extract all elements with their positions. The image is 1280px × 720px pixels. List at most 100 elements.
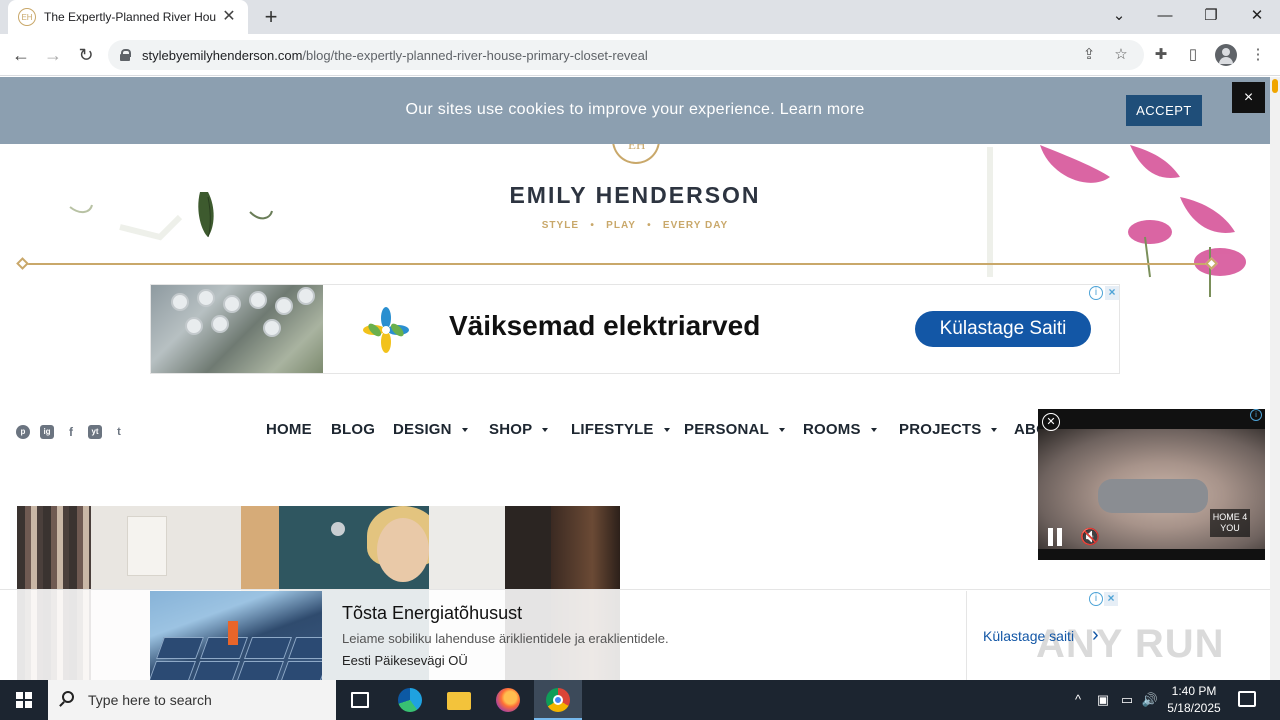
pinterest-icon[interactable]: p (16, 425, 30, 439)
bottom-ad-advertiser[interactable]: Eesti Päikesevägi OÜ (342, 653, 468, 668)
ad-cta-button[interactable]: Külastage Saiti (915, 311, 1091, 347)
facebook-icon[interactable]: f (64, 425, 78, 439)
ad-headline[interactable]: Väiksemad elektriarved (449, 310, 760, 342)
youtube-icon[interactable]: yt (88, 425, 102, 439)
nav-design-label: DESIGN (393, 421, 452, 438)
nav-personal-label: PERSONAL (684, 421, 769, 438)
floating-video-player[interactable]: ✕ i 🔇 HOME 4 YOU (1038, 409, 1265, 560)
nav-personal[interactable]: PERSONAL (684, 421, 785, 438)
cookie-text[interactable]: Our sites use cookies to improve your ex… (0, 101, 1270, 119)
taskbar-clock[interactable]: 1:40 PM 5/18/2025 (1160, 683, 1228, 717)
top-ad-banner[interactable]: Väiksemad elektriarved Külastage Saiti i… (150, 284, 1120, 374)
ad-close-icon[interactable]: × (1105, 286, 1119, 300)
cabinet-knob (331, 522, 345, 536)
nav-rooms[interactable]: ROOMS (803, 421, 877, 438)
bottom-ad-headline[interactable]: Tõsta Energiatõhusust (342, 603, 522, 624)
nav-projects-label: PROJECTS (899, 421, 982, 438)
bottom-ad-divider (966, 591, 967, 680)
nav-shop-label: SHOP (489, 421, 533, 438)
firefox-taskbar-button[interactable] (484, 680, 532, 720)
network-icon[interactable]: ▭ (1118, 690, 1136, 710)
bookmark-star-icon[interactable]: ☆ (1110, 44, 1132, 66)
site-logo-text[interactable]: EMILY HENDERSON (0, 182, 1270, 209)
ad-close-icon[interactable]: × (1104, 592, 1118, 606)
taskbar-search-placeholder: Type here to search (88, 692, 212, 708)
nav-design[interactable]: DESIGN (393, 421, 468, 438)
edge-taskbar-button[interactable] (386, 680, 434, 720)
taskbar-search-box[interactable]: Type here to search (48, 680, 336, 720)
cookie-accept-button[interactable]: ACCEPT (1126, 95, 1202, 126)
nav-home[interactable]: HOME (266, 421, 312, 438)
start-button[interactable] (0, 680, 48, 720)
video-mute-icon[interactable]: 🔇 (1080, 527, 1100, 547)
adchoices-info-icon[interactable]: i (1089, 286, 1103, 300)
video-pause-icon[interactable] (1048, 528, 1062, 546)
caret-down-icon (461, 428, 468, 433)
video-fabric-scene (1098, 479, 1208, 513)
volume-icon[interactable]: 🔊 (1141, 690, 1159, 710)
lock-icon[interactable] (120, 49, 131, 61)
caret-down-icon (542, 428, 549, 433)
extensions-puzzle-icon[interactable]: ✚ (1150, 44, 1172, 66)
browser-toolbar: ← → ↻ stylebyemilyhenderson.com/blog/the… (0, 34, 1280, 76)
bottom-ad-description[interactable]: Leiame sobiliku lahenduse äriklientidele… (342, 631, 669, 646)
task-view-icon (351, 692, 369, 708)
url-host: stylebyemilyhenderson.com (142, 47, 303, 63)
menu-kebab-icon[interactable]: ⋮ (1247, 44, 1269, 66)
nav-home-label: HOME (266, 421, 312, 438)
firefox-icon (496, 688, 520, 712)
window-close-button[interactable]: ✕ (1234, 0, 1280, 34)
minimize-button[interactable]: — (1142, 0, 1188, 34)
header-divider (22, 263, 1212, 265)
tray-device-icon[interactable]: ▣ (1094, 690, 1112, 710)
twitter-icon[interactable]: t (112, 425, 126, 439)
new-tab-button[interactable]: + (258, 4, 284, 30)
video-close-icon[interactable]: ✕ (1042, 413, 1060, 431)
scrollbar-thumb[interactable] (1272, 79, 1278, 93)
site-tagline: STYLE • PLAY • EVERY DAY (541, 220, 729, 231)
nav-shop[interactable]: SHOP (489, 421, 549, 438)
caret-down-icon (778, 428, 785, 433)
bottom-anchor-ad[interactable]: Tõsta Energiatõhusust Leiame sobiliku la… (0, 589, 1270, 680)
url-path: /blog/the-expertly-planned-river-house-p… (302, 47, 648, 63)
notification-center-icon[interactable] (1238, 691, 1256, 707)
page-viewport: Our sites use cookies to improve your ex… (0, 77, 1270, 680)
restore-button[interactable]: ❐ (1188, 0, 1234, 34)
share-icon[interactable]: ⇪ (1078, 44, 1100, 66)
side-panel-icon[interactable]: ▯ (1182, 44, 1204, 66)
nav-projects[interactable]: PROJECTS (899, 421, 998, 438)
chrome-taskbar-button[interactable] (534, 680, 582, 720)
forward-arrow-icon[interactable]: → (40, 42, 66, 68)
nav-lifestyle[interactable]: LIFESTYLE (571, 421, 670, 438)
tab-close-icon[interactable]: ✕ (220, 8, 238, 26)
nav-blog[interactable]: BLOG (331, 421, 375, 438)
ad-industrial-photo[interactable] (151, 285, 323, 373)
address-bar[interactable]: stylebyemilyhenderson.com/blog/the-exper… (108, 40, 1144, 70)
video-info-icon[interactable]: i (1250, 409, 1262, 421)
bottom-ad-cta-link[interactable]: Külastage saiti (983, 628, 1074, 644)
edge-icon (398, 688, 422, 712)
instagram-icon[interactable]: ig (40, 425, 54, 439)
tab-search-chevron-icon[interactable]: ⌄ (1096, 0, 1142, 34)
adchoices-info-icon[interactable]: i (1089, 592, 1103, 606)
task-view-button[interactable] (336, 680, 384, 720)
search-icon (62, 691, 74, 703)
profile-avatar-icon[interactable] (1215, 44, 1237, 66)
caret-down-icon (991, 428, 998, 433)
reload-icon[interactable]: ↻ (73, 42, 99, 68)
caret-down-icon (663, 428, 670, 433)
windows-taskbar: Type here to search ^ ▣ ▭ 🔊 1:40 PM 5/18… (0, 680, 1280, 720)
nav-rooms-label: ROOMS (803, 421, 861, 438)
file-explorer-taskbar-button[interactable] (435, 680, 483, 720)
botanical-right-decoration (987, 145, 1246, 297)
back-arrow-icon[interactable]: ← (8, 42, 34, 68)
page-scrollbar[interactable] (1270, 77, 1280, 680)
ad-solar-panels-photo[interactable] (150, 591, 322, 680)
clock-time: 1:40 PM (1171, 684, 1217, 698)
chrome-icon (546, 688, 570, 712)
tray-chevron-up-icon[interactable]: ^ (1069, 690, 1087, 710)
cookie-close-icon[interactable]: × (1232, 82, 1265, 113)
chevron-right-icon[interactable]: › (1092, 624, 1099, 647)
browser-tab[interactable]: EH The Expertly-Planned River House ✕ (8, 0, 248, 34)
video-brand-badge: HOME 4 YOU (1210, 509, 1250, 537)
